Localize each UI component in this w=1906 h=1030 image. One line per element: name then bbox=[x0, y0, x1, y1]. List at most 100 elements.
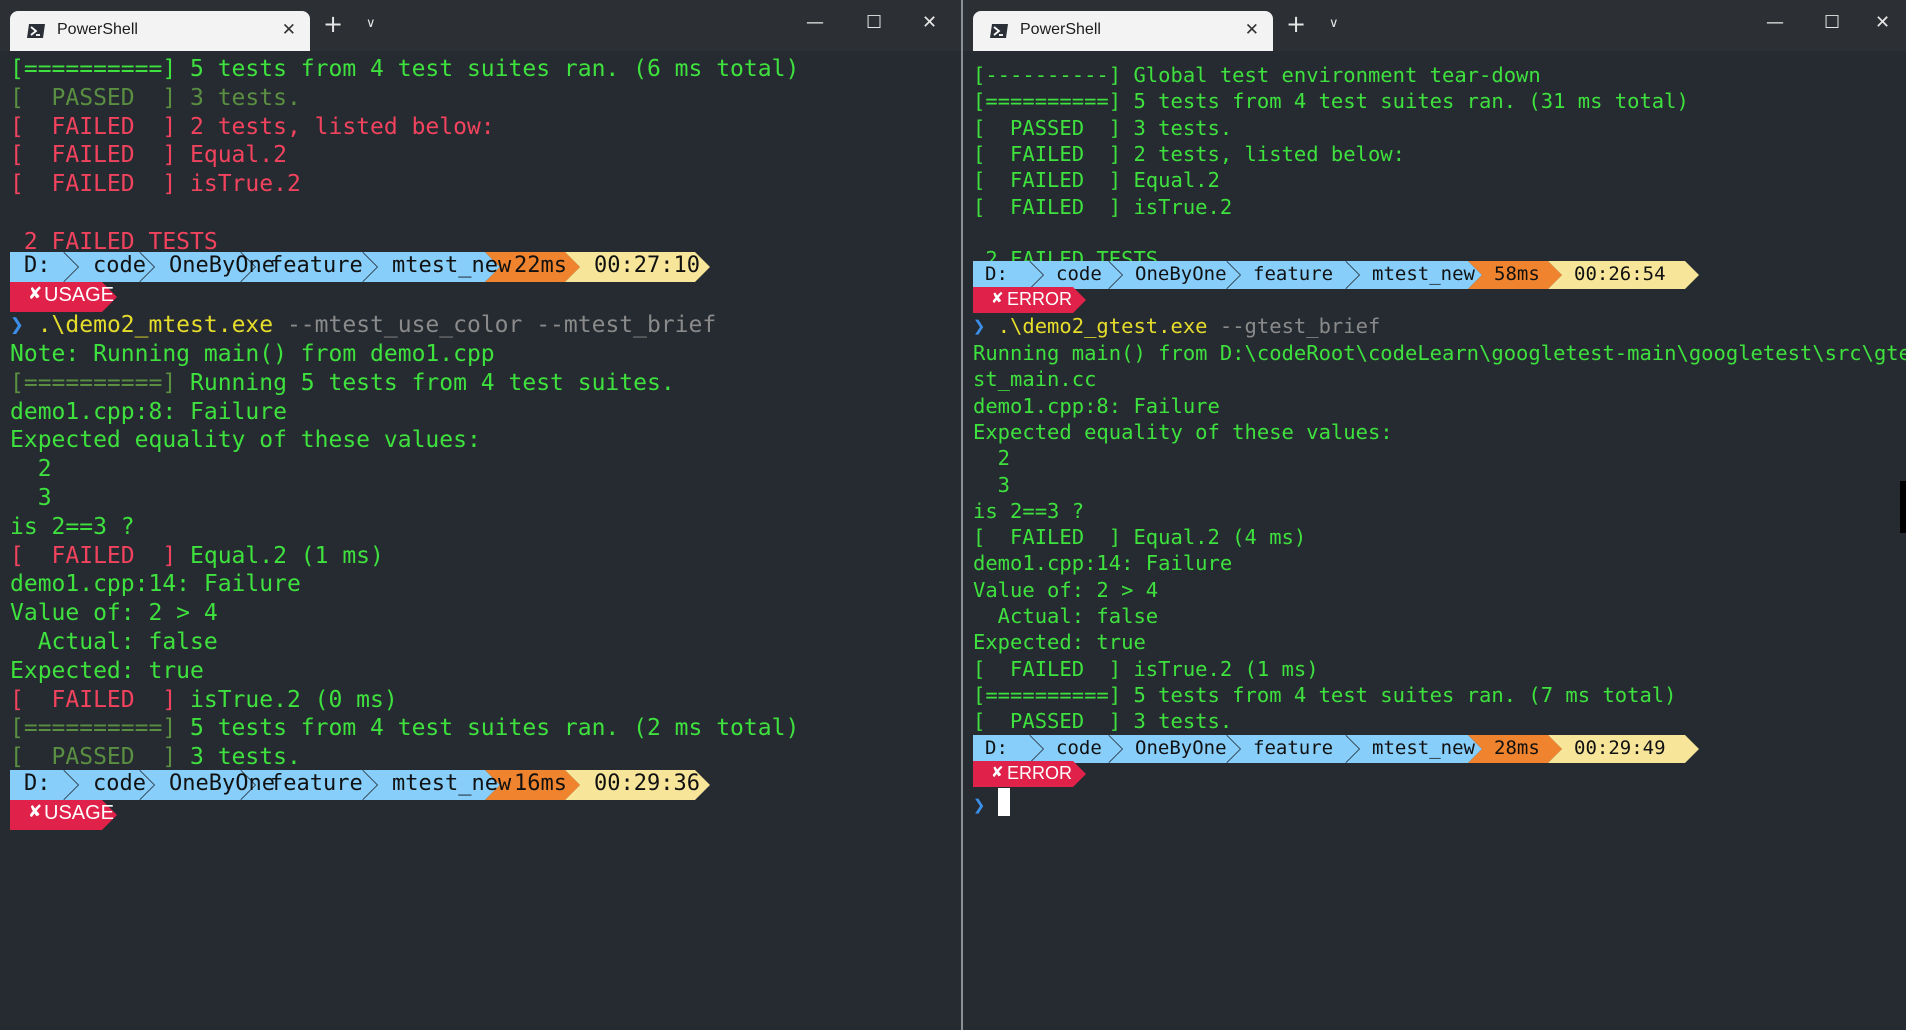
line-text: isTrue.2 (0 ms) bbox=[190, 686, 398, 713]
path-segment: code bbox=[93, 771, 146, 796]
close-window-button[interactable]: ✕ bbox=[1875, 12, 1890, 33]
duration-segment: 22ms bbox=[514, 253, 567, 278]
title-bar: PowerShell ✕ + ∨ — ☐ ✕ bbox=[0, 0, 961, 51]
terminal-line: is 2==3 ? bbox=[973, 499, 1084, 523]
chevron-down-icon[interactable]: ∨ bbox=[1329, 16, 1339, 31]
terminal-line: [ PASSED ] 3 tests. bbox=[973, 116, 1232, 140]
powershell-icon bbox=[990, 24, 1008, 38]
path-segment: D: bbox=[985, 263, 1008, 285]
terminal-line: [ FAILED ] 2 tests, listed below: bbox=[973, 142, 1405, 166]
status-text: USAGE bbox=[44, 284, 115, 306]
duration-segment: 58ms bbox=[1494, 263, 1540, 285]
line-text: [ FAILED ] bbox=[10, 686, 191, 713]
text-cursor bbox=[997, 788, 1010, 816]
duration-segment: 16ms bbox=[514, 771, 567, 796]
status-text: ERROR bbox=[1007, 763, 1073, 783]
line-text: 5 tests from 4 test suites ran. (2 ms to… bbox=[190, 715, 800, 742]
clock-segment: 00:29:49 bbox=[1574, 737, 1666, 759]
close-icon[interactable]: ✕ bbox=[1245, 20, 1259, 40]
status-text: USAGE bbox=[44, 802, 115, 824]
line-text: Running 5 tests from 4 test suites. bbox=[190, 369, 675, 396]
terminal-line: Value of: 2 > 4 bbox=[973, 578, 1158, 602]
path-segment: feature bbox=[270, 771, 363, 796]
line-text: Value of: 2 > 4 bbox=[10, 600, 218, 627]
terminal-line: [----------] Global test environment tea… bbox=[973, 63, 1541, 87]
line-text: [ FAILED ] Equal.2 bbox=[973, 168, 1220, 193]
command-line[interactable]: ❯ .\demo2_gtest.exe --gtest_brief bbox=[973, 314, 1380, 338]
x-mark-icon: ✘ bbox=[991, 289, 1004, 307]
close-window-button[interactable]: ✕ bbox=[922, 12, 937, 33]
path-segment: OneByOne bbox=[1135, 737, 1227, 759]
input-line[interactable]: ❯ bbox=[973, 788, 1010, 817]
maximize-button[interactable]: ☐ bbox=[866, 12, 882, 33]
terminal-line: [ FAILED ] Equal.2 bbox=[10, 142, 287, 168]
line-text: [ FAILED ] Equal.2 (4 ms) bbox=[973, 525, 1307, 550]
terminal-line: demo1.cpp:14: Failure bbox=[10, 571, 301, 597]
line-text: [==========] 5 tests from 4 test suites … bbox=[973, 682, 1677, 707]
x-mark-icon: ✘ bbox=[28, 284, 43, 304]
line-text: [==========] 5 tests from 4 test suites … bbox=[10, 56, 800, 82]
terminal-output[interactable]: [==========] 5 tests from 4 test suites … bbox=[0, 51, 961, 1030]
line-text: [ PASSED ] 3 tests. bbox=[973, 115, 1233, 140]
maximize-button[interactable]: ☐ bbox=[1824, 12, 1840, 33]
line-text: Value of: 2 > 4 bbox=[973, 577, 1159, 602]
line-text: 3 bbox=[10, 485, 52, 511]
new-tab-button[interactable]: + bbox=[1286, 10, 1306, 38]
line-text: [ FAILED ] isTrue.2 bbox=[973, 194, 1233, 219]
terminal-output[interactable]: [----------] Global test environment tea… bbox=[963, 51, 1906, 1030]
terminal-line: 3 bbox=[973, 473, 1010, 497]
minimize-button[interactable]: — bbox=[1766, 12, 1784, 33]
path-segment: D: bbox=[24, 771, 51, 796]
terminal-line: [ PASSED ] 3 tests. bbox=[10, 744, 301, 770]
clock-segment: 00:27:10 bbox=[594, 253, 700, 278]
line-text: 2 bbox=[10, 456, 52, 483]
terminal-line: [ FAILED ] isTrue.2 (0 ms) bbox=[10, 687, 398, 713]
terminal-line: 2 bbox=[10, 456, 52, 482]
terminal-line: [==========] 5 tests from 4 test suites … bbox=[10, 715, 799, 741]
line-text: [ FAILED ] isTrue.2 bbox=[10, 171, 301, 198]
line-text: Actual: false bbox=[10, 629, 218, 655]
new-tab-button[interactable]: + bbox=[323, 10, 343, 38]
path-segment: code bbox=[1056, 737, 1102, 759]
terminal-tab[interactable]: PowerShell ✕ bbox=[10, 11, 310, 51]
terminal-line: [ FAILED ] isTrue.2 (1 ms) bbox=[973, 657, 1319, 681]
terminal-line: [ FAILED ] Equal.2 (1 ms) bbox=[10, 543, 384, 569]
line-text: [==========] 5 tests from 4 test suites … bbox=[973, 89, 1689, 114]
terminal-line: Expected: true bbox=[10, 658, 204, 684]
minimize-button[interactable]: — bbox=[806, 12, 824, 33]
terminal-line: 2 FAILED TESTS bbox=[10, 229, 218, 255]
terminal-line: Expected equality of these values: bbox=[973, 420, 1393, 444]
line-text: [==========] bbox=[10, 369, 191, 396]
chevron-down-icon[interactable]: ∨ bbox=[366, 16, 376, 31]
terminal-line: Value of: 2 > 4 bbox=[10, 600, 218, 626]
chevron-right-icon: ❯ bbox=[973, 793, 998, 817]
terminal-tab[interactable]: PowerShell ✕ bbox=[973, 11, 1273, 51]
line-text: st_main.cc bbox=[973, 367, 1097, 392]
line-text: Actual: false bbox=[973, 604, 1159, 628]
right-terminal-window: PowerShell ✕ + ∨ — ☐ ✕ [----------] Glob… bbox=[963, 0, 1906, 1030]
terminal-line: [==========] 5 tests from 4 test suites … bbox=[973, 89, 1689, 113]
path-segment: feature bbox=[1253, 737, 1334, 759]
title-bar: PowerShell ✕ + ∨ — ☐ ✕ bbox=[963, 0, 1906, 51]
terminal-line: Note: Running main() from demo1.cpp bbox=[10, 341, 495, 367]
scrollbar-thumb[interactable] bbox=[1900, 481, 1906, 533]
line-text: [==========] bbox=[10, 715, 191, 742]
line-text: demo1.cpp:14: Failure bbox=[10, 571, 301, 598]
terminal-line: [ FAILED ] Equal.2 bbox=[973, 168, 1220, 192]
path-segment: feature bbox=[1253, 263, 1334, 285]
close-icon[interactable]: ✕ bbox=[282, 20, 296, 40]
line-text: [ FAILED ] Equal.2 bbox=[10, 142, 287, 169]
path-segment: OneByOne bbox=[1135, 263, 1227, 285]
line-text: [ PASSED ] bbox=[10, 744, 191, 771]
tab-title: PowerShell bbox=[1020, 21, 1101, 38]
line-text: is 2==3 ? bbox=[10, 513, 135, 540]
command-line[interactable]: ❯ .\demo2_mtest.exe --mtest_use_color --… bbox=[10, 312, 716, 338]
line-text: Note: Running main() from demo1.cpp bbox=[10, 341, 495, 367]
line-text: [ FAILED ] bbox=[10, 542, 191, 569]
line-text: Expected: true bbox=[10, 657, 204, 684]
path-segment: feature bbox=[270, 253, 363, 278]
terminal-line: [==========] Running 5 tests from 4 test… bbox=[10, 370, 675, 396]
line-text: [ FAILED ] 2 tests, listed below: bbox=[10, 113, 495, 140]
status-text: ERROR bbox=[1007, 289, 1073, 309]
line-text: [ FAILED ] 2 tests, listed below: bbox=[973, 141, 1405, 166]
